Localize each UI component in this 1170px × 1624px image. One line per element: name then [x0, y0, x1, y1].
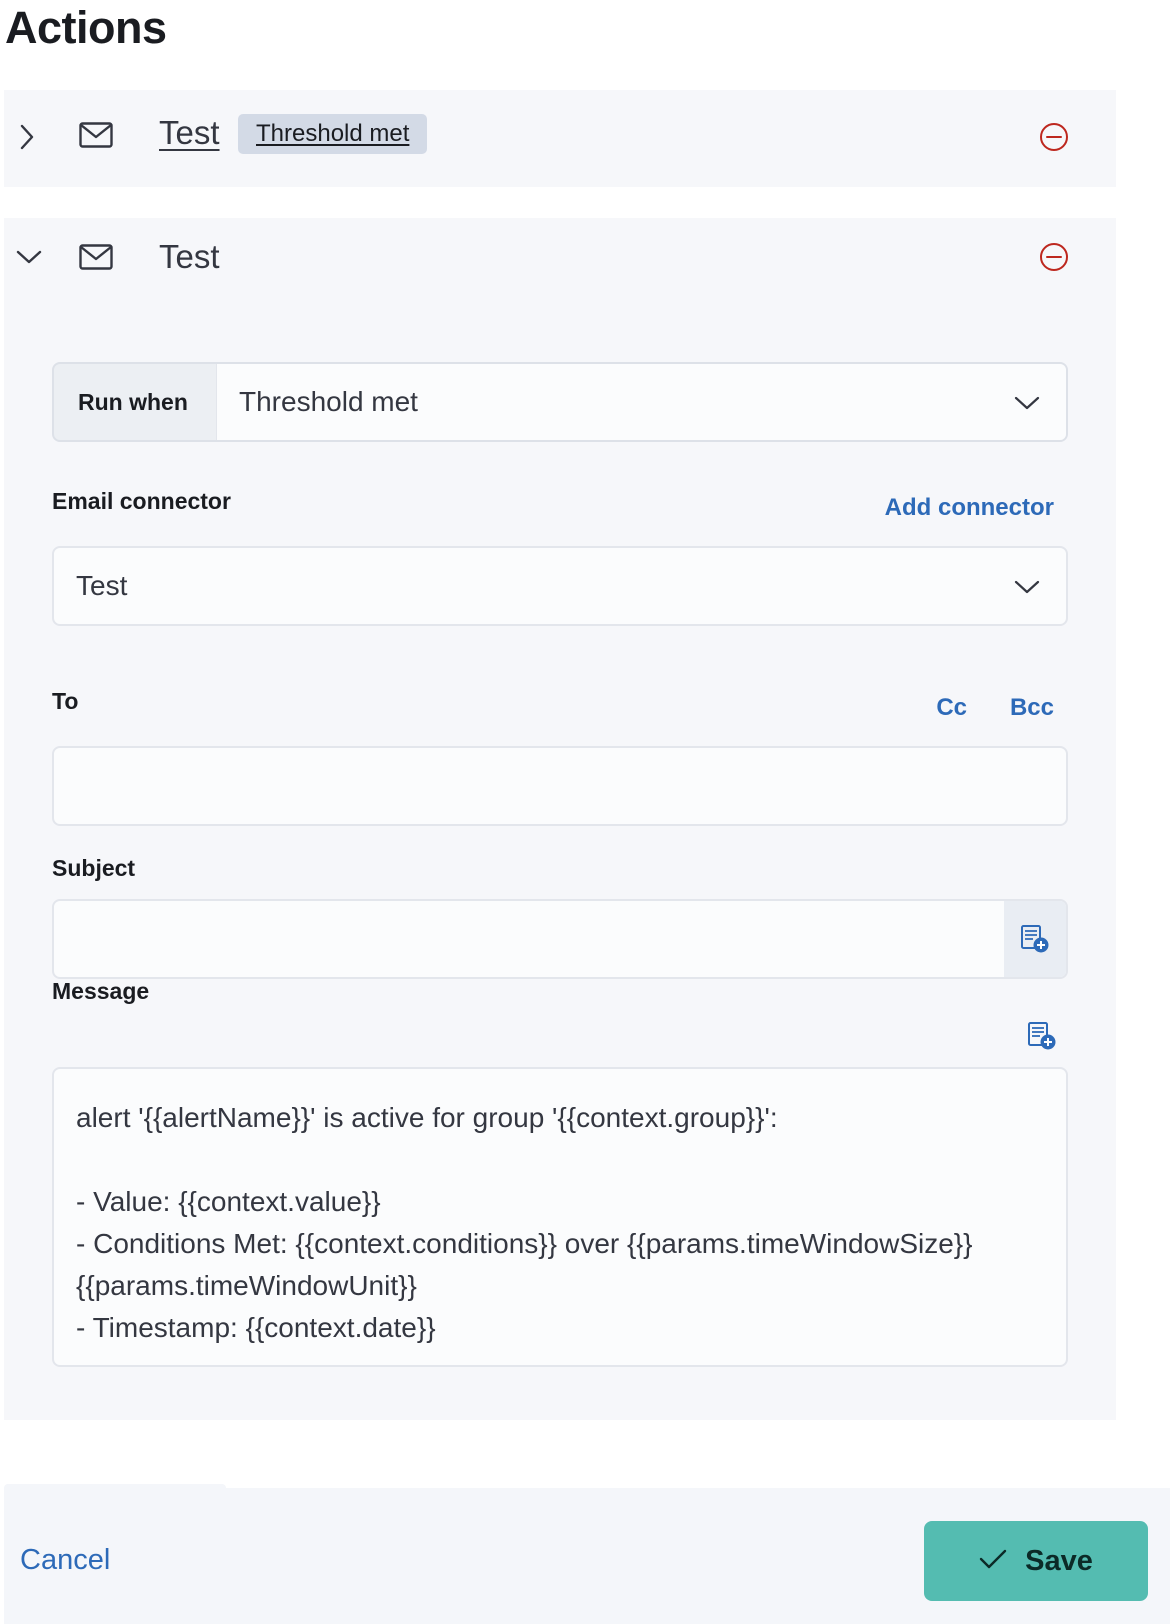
footer-bar: Cancel Save [4, 1488, 1170, 1624]
action-panel-collapsed: Test Threshold met [4, 90, 1116, 187]
action-panel-expanded: Test Run when Threshold met Email connec… [4, 218, 1116, 1420]
email-connector-select[interactable]: Test [52, 546, 1068, 626]
to-label: To [52, 688, 79, 714]
run-when-badge[interactable]: Threshold met [238, 114, 428, 154]
add-variable-icon[interactable] [1024, 1018, 1060, 1054]
mail-icon [78, 242, 114, 272]
cancel-button[interactable]: Cancel [20, 1544, 110, 1577]
cc-link[interactable]: Cc [936, 694, 967, 722]
chevron-right-icon[interactable] [12, 122, 42, 152]
bcc-link[interactable]: Bcc [1010, 694, 1054, 722]
message-label: Message [52, 978, 150, 1004]
save-label: Save [1025, 1544, 1093, 1577]
page-title: Actions [5, 2, 167, 53]
run-when-group: Run when Threshold met [52, 362, 1068, 442]
chevron-down-icon [1012, 572, 1042, 602]
chevron-down-icon [1012, 388, 1042, 418]
add-variable-icon[interactable] [1004, 901, 1066, 977]
run-when-select[interactable]: Threshold met [216, 364, 1066, 440]
check-icon [979, 1548, 1007, 1575]
email-connector-label: Email connector [52, 488, 231, 514]
message-textarea[interactable]: alert '{{alertName}}' is active for grou… [52, 1067, 1068, 1367]
subject-input[interactable] [52, 899, 1068, 979]
subject-label: Subject [52, 855, 136, 881]
action-title: Test [159, 238, 220, 275]
mail-icon [78, 120, 114, 150]
to-input[interactable] [52, 746, 1068, 826]
chevron-down-icon[interactable] [14, 242, 44, 272]
add-connector-link[interactable]: Add connector [885, 494, 1054, 522]
minus-in-circle-icon[interactable] [1037, 120, 1071, 154]
email-connector-value: Test [76, 570, 128, 601]
minus-in-circle-icon[interactable] [1037, 240, 1071, 274]
action-title-link[interactable]: Test [159, 114, 220, 152]
run-when-label: Run when [78, 389, 188, 415]
save-button[interactable]: Save [924, 1521, 1148, 1601]
run-when-value: Threshold met [239, 386, 418, 417]
